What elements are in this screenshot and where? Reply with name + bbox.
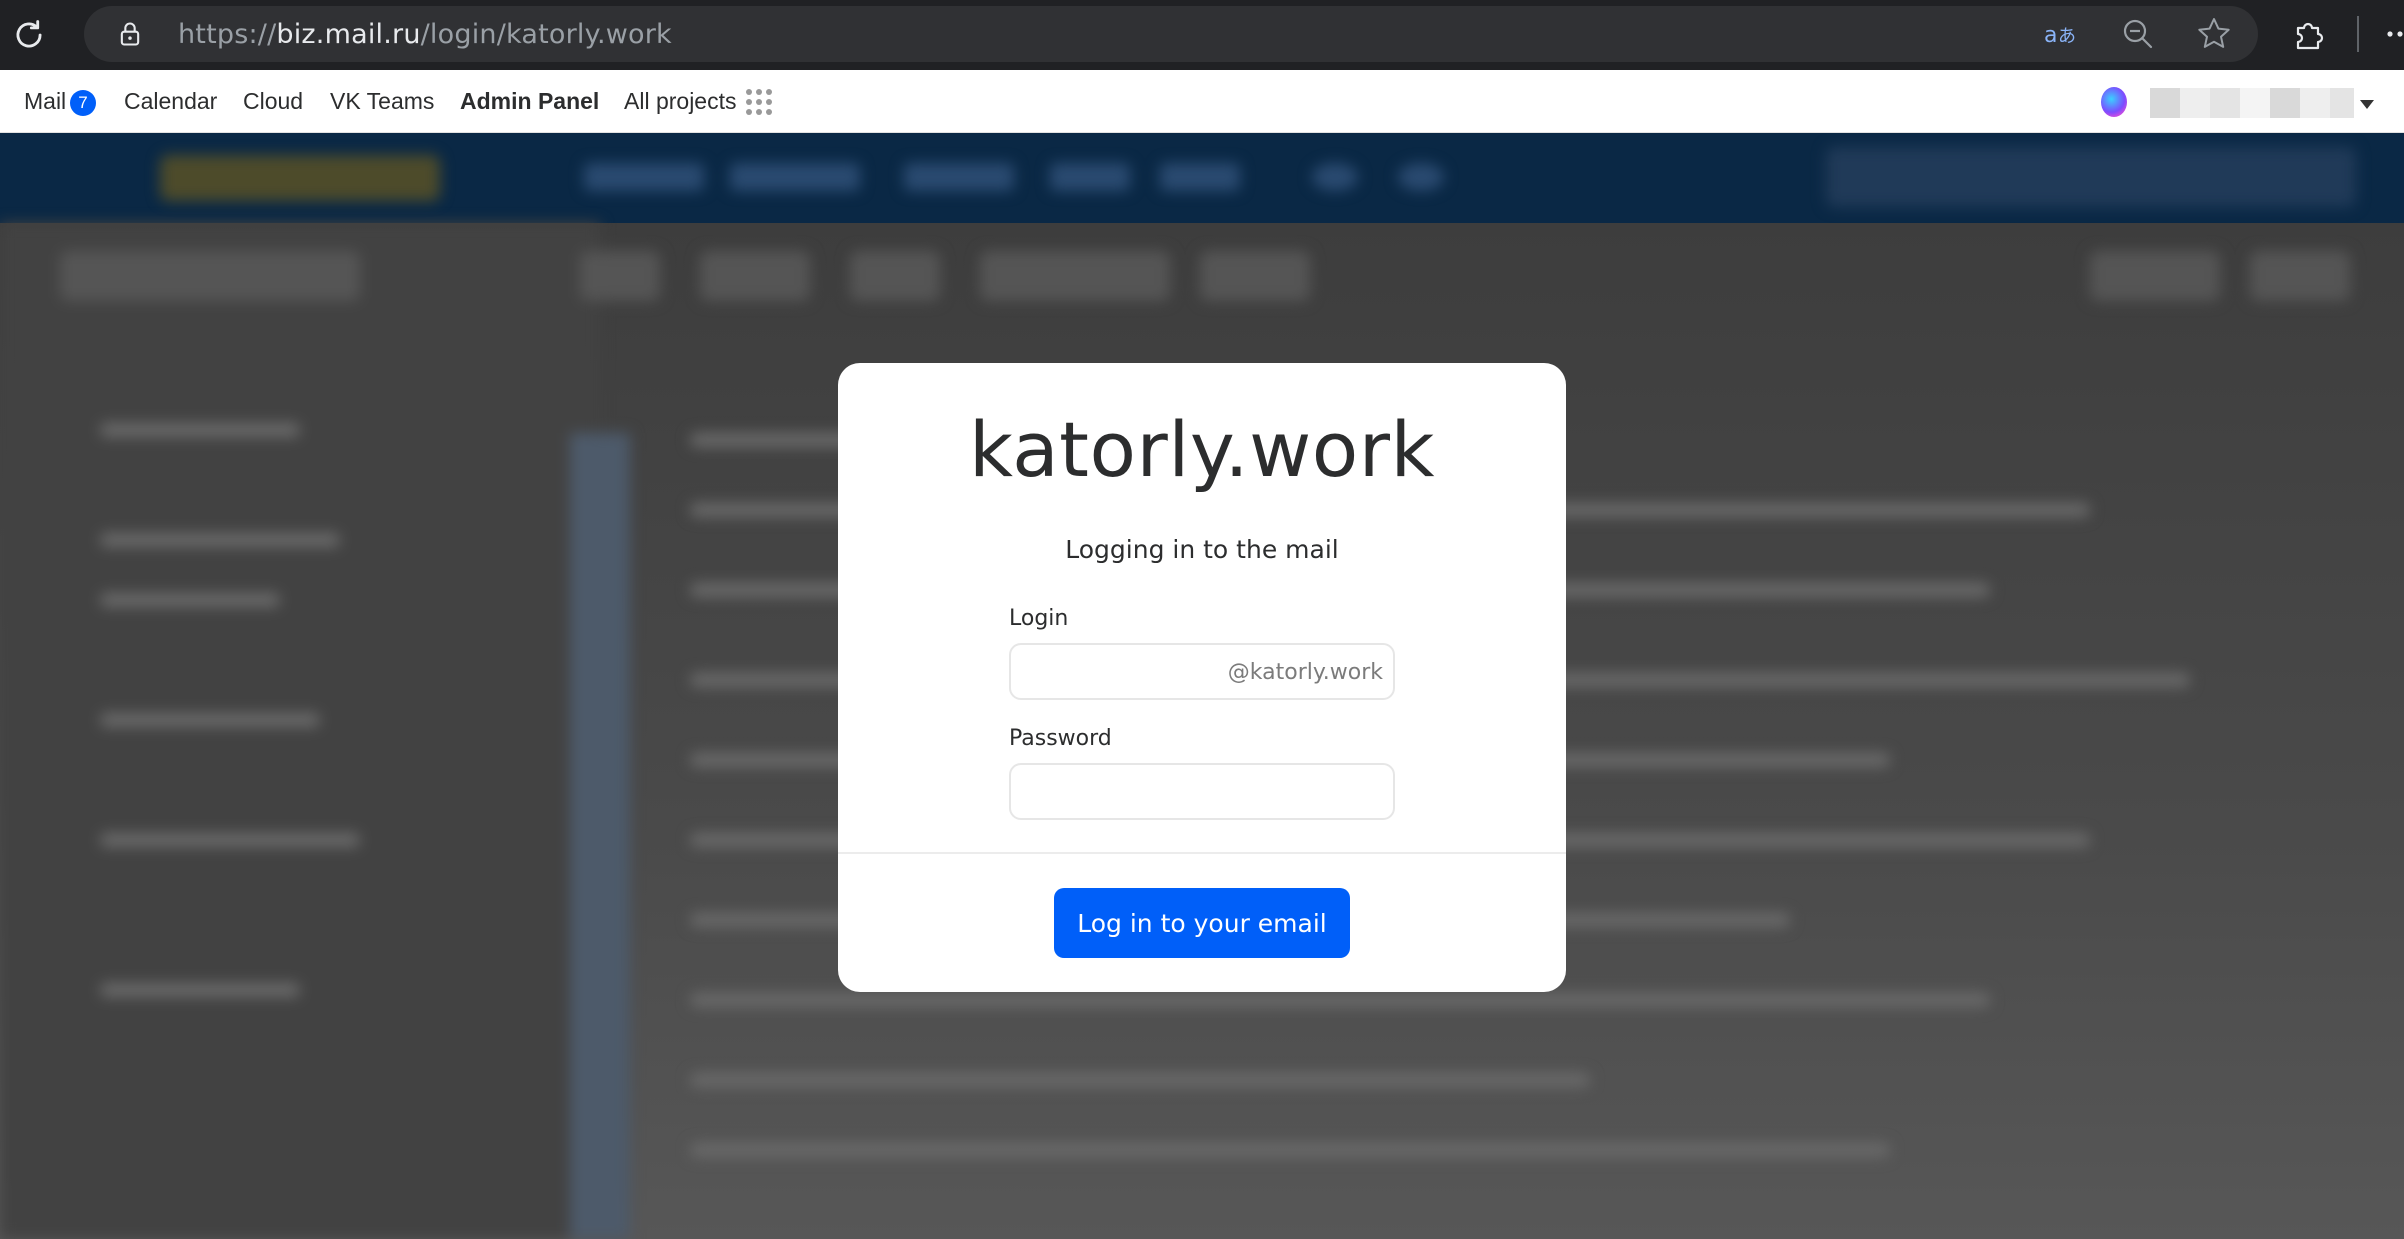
login-field[interactable]: @katorly.work: [1009, 643, 1395, 700]
more-icon[interactable]: [2382, 14, 2404, 54]
password-field[interactable]: [1009, 763, 1395, 820]
nav-admin-panel[interactable]: Admin Panel: [460, 88, 599, 115]
nav-vk-teams[interactable]: VK Teams: [330, 88, 434, 115]
toolbar-divider: [2357, 16, 2359, 52]
login-subtitle: Logging in to the mail: [1065, 535, 1339, 564]
star-icon[interactable]: [2194, 14, 2234, 54]
assistant-icon[interactable]: [2101, 87, 2127, 117]
domain-title: katorly.work: [968, 405, 1436, 494]
url-text[interactable]: https://biz.mail.ru/login/katorly.work: [178, 19, 672, 50]
zoom-out-icon[interactable]: [2118, 14, 2158, 54]
login-dialog: katorly.work Logging in to the mail Logi…: [838, 363, 1566, 992]
nav-calendar[interactable]: Calendar: [124, 88, 217, 115]
address-bar[interactable]: https://biz.mail.ru/login/katorly.work a…: [84, 6, 2258, 62]
user-account[interactable]: [2150, 88, 2354, 118]
dialog-divider: [838, 852, 1566, 854]
login-domain-suffix: @katorly.work: [1227, 660, 1383, 685]
reload-icon[interactable]: [10, 16, 48, 54]
translate-icon[interactable]: a あ: [2042, 14, 2082, 54]
apps-grid-icon[interactable]: [746, 89, 772, 115]
svg-text:あ: あ: [2058, 26, 2076, 47]
nav-cloud[interactable]: Cloud: [243, 88, 303, 115]
login-submit-button[interactable]: Log in to your email: [1054, 888, 1350, 958]
url-host: biz.mail.ru: [276, 19, 421, 50]
password-input[interactable]: [1021, 773, 1381, 809]
mail-unread-badge: 7: [70, 90, 96, 116]
lock-icon[interactable]: [116, 20, 144, 48]
extensions-icon[interactable]: [2290, 14, 2330, 54]
portal-nav: Mail 7 Calendar Cloud VK Teams Admin Pan…: [0, 70, 2404, 133]
nav-all-projects[interactable]: All projects: [624, 88, 736, 115]
svg-text:a: a: [2044, 23, 2057, 48]
browser-toolbar: https://biz.mail.ru/login/katorly.work a…: [0, 0, 2404, 70]
url-prefix: https://: [178, 19, 277, 50]
login-label: Login: [1009, 606, 1069, 631]
nav-mail[interactable]: Mail: [24, 88, 66, 115]
chevron-down-icon[interactable]: [2360, 100, 2374, 109]
login-input[interactable]: [1021, 653, 1221, 689]
password-label: Password: [1009, 726, 1112, 751]
url-path: /login/katorly.work: [420, 19, 672, 50]
